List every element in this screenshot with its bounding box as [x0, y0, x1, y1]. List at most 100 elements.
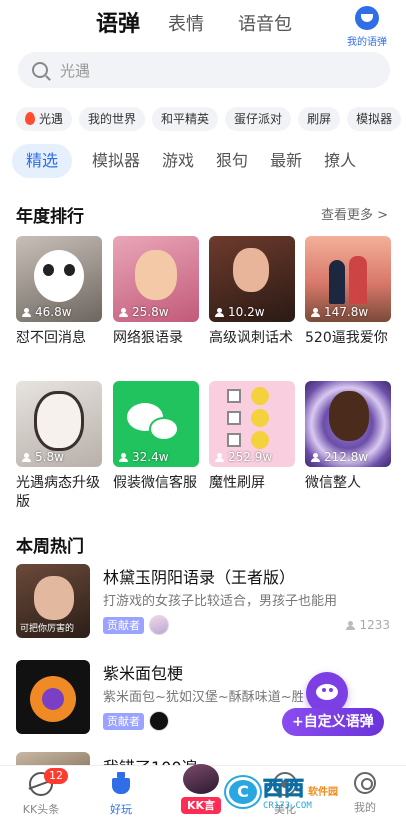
category-featured[interactable]: 精选: [12, 144, 73, 178]
square-icon: [227, 411, 241, 425]
emoji-icon: [251, 409, 269, 427]
category-games[interactable]: 游戏: [162, 144, 194, 178]
ranking-card[interactable]: 46.8w 怼不回消息: [16, 236, 102, 348]
nav-me[interactable]: 我的: [330, 772, 400, 815]
nav-kk-headlines[interactable]: 12 KK头条: [6, 768, 76, 817]
nav-label: KK言: [180, 797, 222, 814]
square-icon: [227, 433, 241, 447]
hot-tag[interactable]: 蛋仔派对: [225, 107, 292, 131]
ranking-card[interactable]: 5.8w 光遇病态升级版: [16, 381, 102, 512]
list-thumbnail: 可把你厉害的: [16, 564, 90, 638]
watermark-text: 西西: [263, 776, 305, 801]
card-title: 微信整人: [305, 475, 361, 491]
my-danmu-icon: [355, 6, 379, 30]
person-icon: [215, 452, 224, 462]
avatar[interactable]: [149, 711, 169, 731]
hot-tag[interactable]: 和平精英: [152, 107, 219, 131]
card-thumbnail: 46.8w: [16, 236, 102, 322]
list-item-desc: 打游戏的女孩子比较适合，男孩子也能用: [103, 594, 338, 609]
see-more-link[interactable]: 查看更多 >: [321, 204, 388, 223]
search-placeholder: 光遇: [60, 61, 91, 80]
emoji-icon: [251, 387, 269, 405]
view-count-value: 252.9w: [228, 450, 273, 464]
list-item[interactable]: 可把你厉害的 林黛玉阴阳语录（王者版） 打游戏的女孩子比较适合，男孩子也能用 贡…: [16, 564, 390, 640]
ranking-card[interactable]: 147.8w 520逼我爱你: [305, 236, 391, 348]
hot-tag[interactable]: 刷屏: [298, 107, 341, 131]
card-thumbnail: 5.8w: [16, 381, 102, 467]
view-count: 32.4w: [119, 450, 169, 464]
category-simulator[interactable]: 模拟器: [92, 144, 140, 178]
anime-girl-image: [34, 391, 84, 451]
view-count-value: 25.8w: [132, 305, 169, 319]
weekly-hot-title: 本周热门: [16, 537, 84, 557]
fire-icon: [25, 112, 35, 125]
custom-danmu-button[interactable]: +自定义语弹: [282, 708, 384, 736]
view-count-value: 10.2w: [228, 305, 265, 319]
card-title: 假装微信客服: [113, 475, 197, 491]
portrait-image: [34, 576, 74, 620]
ranking-card[interactable]: 10.2w 高级讽刺话术: [209, 236, 295, 348]
card-title: 520逼我爱你: [305, 330, 388, 346]
card-thumbnail: 252.9w: [209, 381, 295, 467]
avatar: [183, 764, 219, 794]
list-item-desc: 紫米面包~犹如汉堡~酥酥味道~胜: [103, 690, 303, 705]
search-icon: [32, 62, 48, 78]
top-tab-bar: 语弹 表情 语音包 我的语弹: [0, 6, 406, 48]
view-count-value: 212.8w: [324, 450, 369, 464]
nav-label: 我的: [354, 801, 376, 814]
notification-badge: 12: [44, 768, 68, 784]
my-danmu-button[interactable]: 我的语弹: [342, 6, 392, 48]
view-count-value: 147.8w: [324, 305, 369, 319]
hot-tags-row: 光遇 我的世界 和平精英 蛋仔派对 刷屏 模拟器: [16, 107, 406, 131]
ranking-card[interactable]: 25.8w 网络狠语录: [113, 236, 199, 348]
card-title: 高级讽刺话术: [209, 330, 293, 346]
contributor-badge: 贡献者: [103, 617, 144, 634]
nav-fun[interactable]: 好玩: [86, 772, 156, 817]
nav-label: KK头条: [22, 803, 60, 816]
my-danmu-label: 我的语弹: [347, 37, 387, 48]
view-count: 25.8w: [119, 305, 169, 319]
tab-voice-pack[interactable]: 语音包: [238, 10, 292, 36]
view-count: 46.8w: [22, 305, 72, 319]
contributor-badge: 贡献者: [103, 713, 144, 730]
bottom-nav: 12 KK头条 好玩 KK言 美化 我的: [0, 764, 406, 817]
ranking-card[interactable]: 32.4w 假装微信客服: [113, 381, 199, 493]
card-title: 怼不回消息: [16, 330, 86, 346]
person-icon: [215, 307, 224, 317]
wechat-icon: [149, 417, 179, 441]
like-count-value: 1233: [359, 618, 390, 632]
view-count-value: 46.8w: [35, 305, 72, 319]
card-thumbnail: 147.8w: [305, 236, 391, 322]
tab-emoji[interactable]: 表情: [168, 10, 204, 36]
couple-image: [349, 256, 367, 304]
annual-ranking-title: 年度排行: [16, 207, 84, 227]
card-thumbnail: 32.4w: [113, 381, 199, 467]
emoji-icon: [251, 431, 269, 449]
hot-tag[interactable]: 光遇: [16, 107, 73, 131]
view-count: 252.9w: [215, 450, 272, 464]
panda-image: [34, 250, 84, 302]
like-count: 1233: [346, 618, 390, 632]
search-bar[interactable]: 光遇: [18, 52, 390, 88]
doll-image: [135, 250, 177, 300]
hot-tag[interactable]: 我的世界: [79, 107, 146, 131]
tab-danmu[interactable]: 语弹: [96, 6, 141, 38]
category-latest[interactable]: 最新: [270, 144, 302, 178]
flask-icon: [112, 772, 130, 796]
person-icon: [22, 452, 31, 462]
watermark: C 西西 软件园 CR173.COM: [226, 772, 338, 811]
category-flirt[interactable]: 撩人: [324, 144, 356, 178]
category-harsh-lines[interactable]: 狠句: [216, 144, 248, 178]
ranking-card[interactable]: 252.9w 魔性刷屏: [209, 381, 295, 493]
avatar[interactable]: [149, 615, 169, 635]
list-item-title: 紫米面包梗: [103, 664, 184, 683]
card-thumbnail: 25.8w: [113, 236, 199, 322]
hot-tag[interactable]: 模拟器: [347, 107, 402, 131]
user-icon: [354, 772, 376, 794]
person-icon: [22, 307, 31, 317]
watermark-logo: C: [226, 776, 260, 807]
thumbnail-caption: 可把你厉害的: [20, 624, 75, 634]
ranking-card[interactable]: 212.8w 微信整人: [305, 381, 391, 493]
card-thumbnail: 212.8w: [305, 381, 391, 467]
couple-image: [329, 260, 345, 304]
